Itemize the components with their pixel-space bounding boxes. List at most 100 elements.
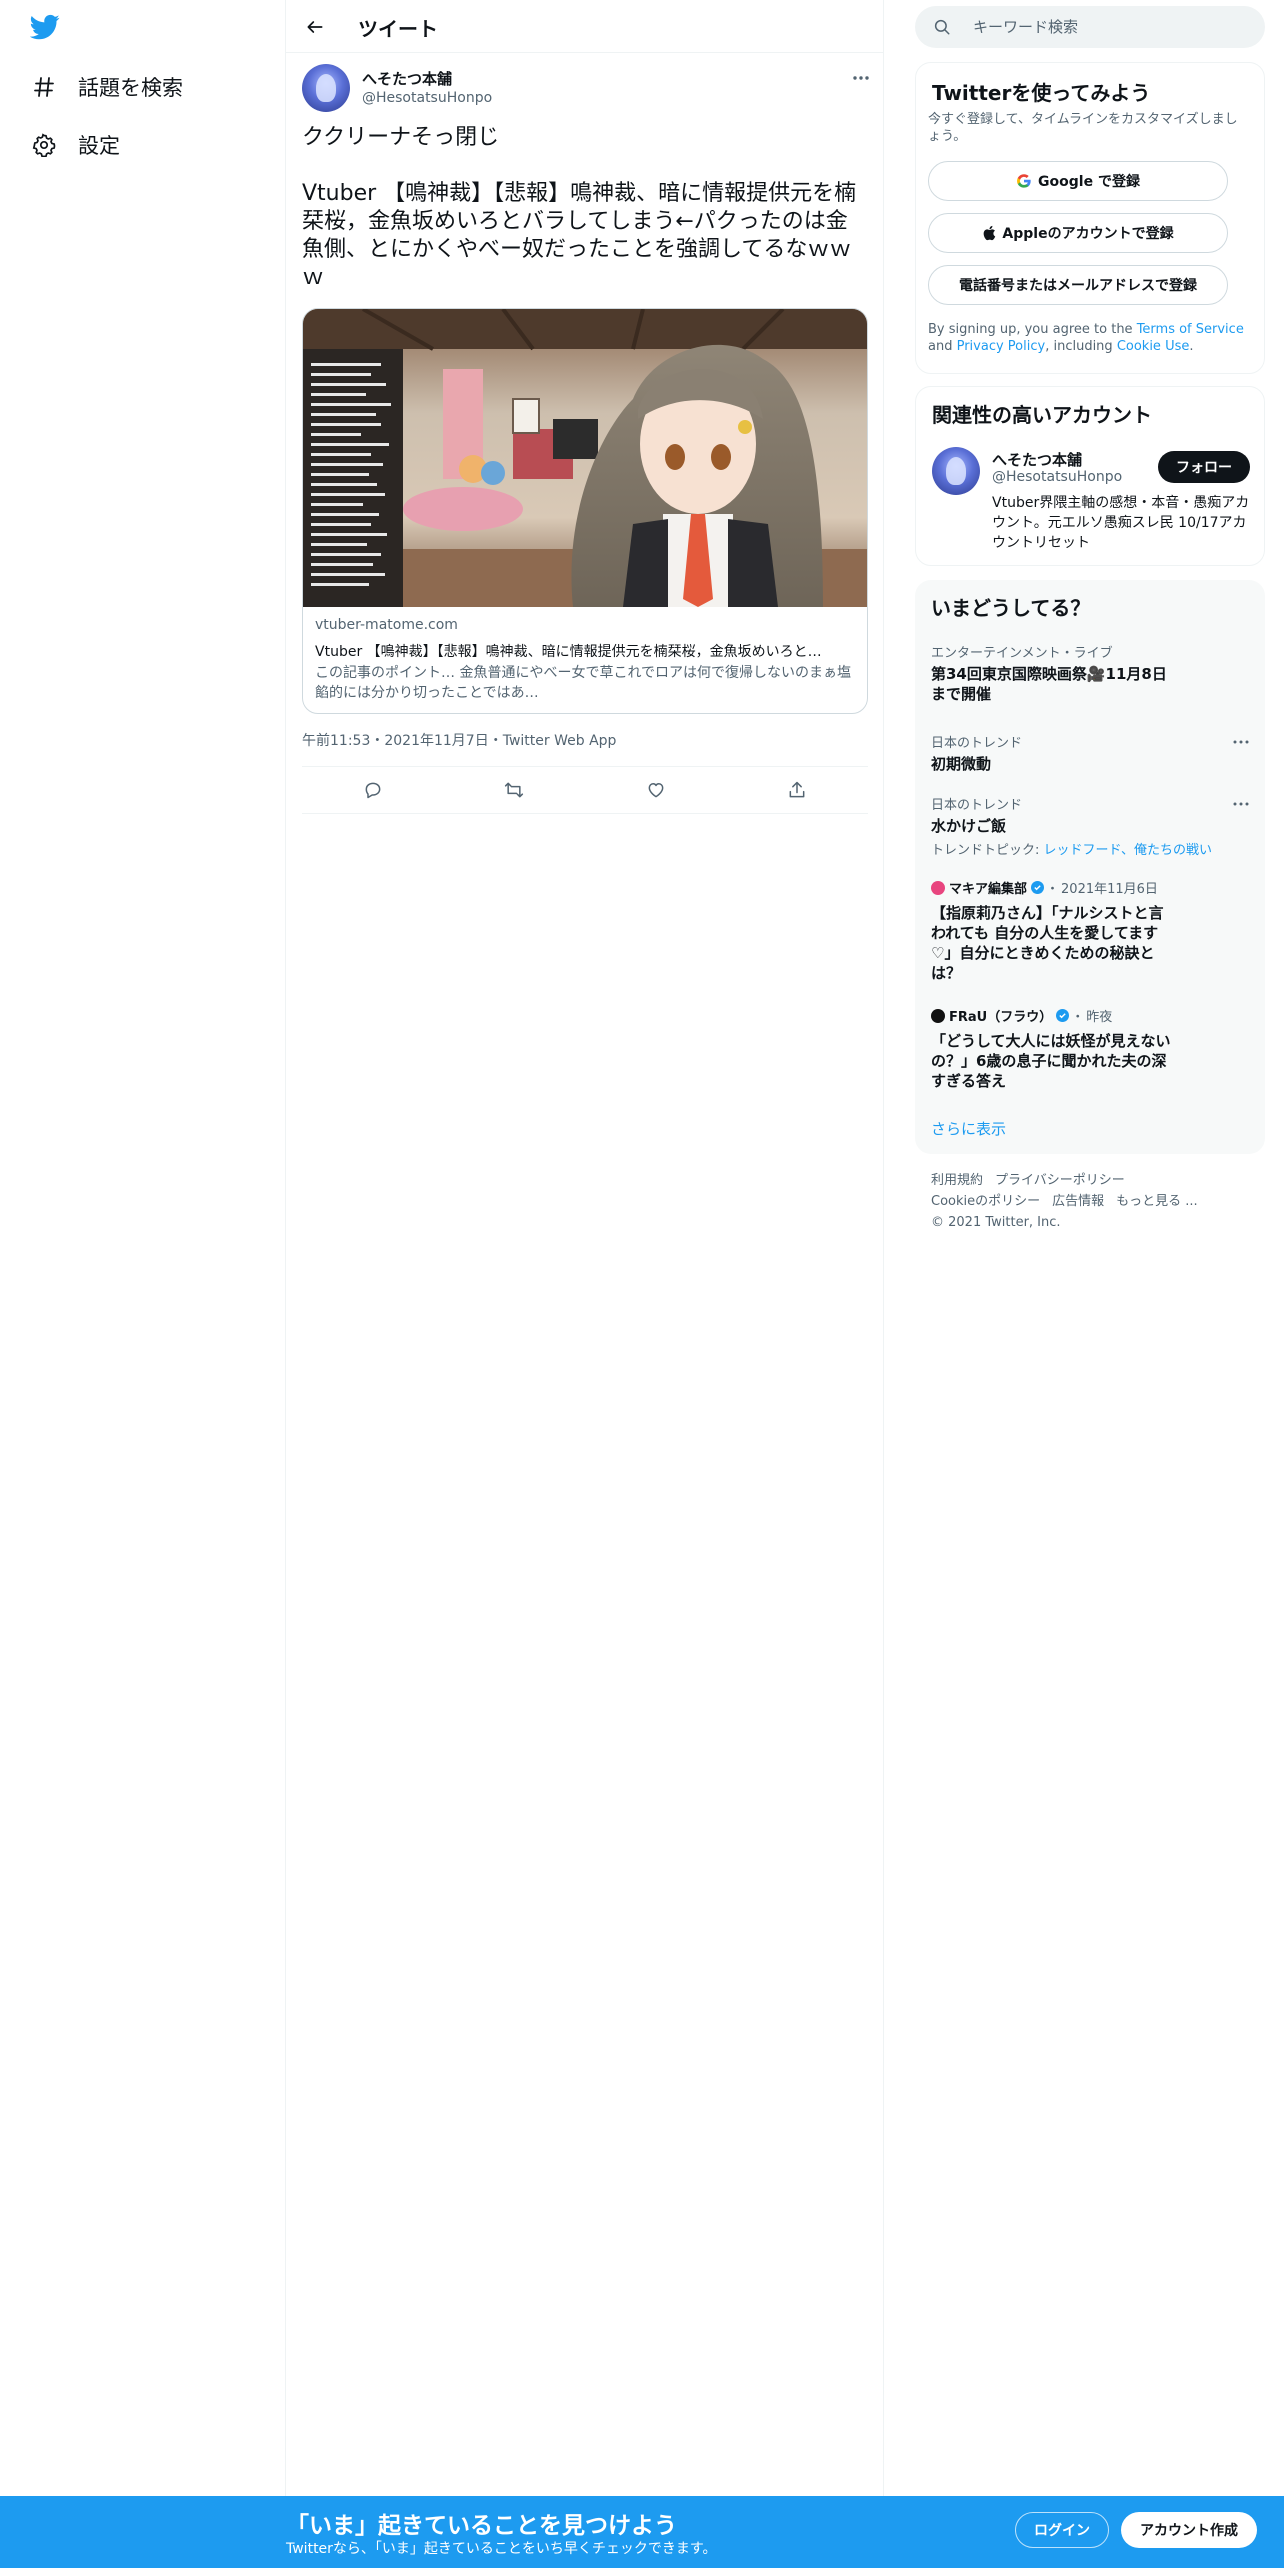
author-handle[interactable]: @HesotatsuHonpo <box>362 90 492 106</box>
trend-name: 水かけご飯 <box>931 817 1007 835</box>
trend-item[interactable]: 日本のトレンド 水かけご飯 トレンドトピック: レッドフード、俺たちの戦い <box>931 794 1251 858</box>
page-title: ツイート <box>358 17 438 41</box>
meta-separator: ・ <box>370 733 385 749</box>
card-description: この記事のポイント… 金魚普通にやべー女で草これでロアは何で復帰しないのまぁ塩餡… <box>315 665 852 701</box>
tweet-source[interactable]: Twitter Web App <box>503 733 617 749</box>
more-horizontal-icon <box>1233 740 1249 744</box>
nav-item-label: 設定 <box>78 134 120 158</box>
terms-text: By signing up, you agree to the <box>928 322 1137 337</box>
retweet-button[interactable] <box>496 772 532 808</box>
footer-terms-link[interactable]: 利用規約 <box>931 1173 983 1188</box>
news-item[interactable]: マキア編集部 ・ 2021年11月6日 【指原莉乃さん】「ナルシストと言われても… <box>931 878 1171 983</box>
news-source: FRaU（フラウ） ・ 昨夜 <box>931 1006 1171 1025</box>
trend-topic-label: トレンドトピック: <box>931 843 1044 858</box>
share-icon <box>789 781 805 798</box>
trend-item[interactable]: 日本のトレンド 初期微動 <box>931 732 1251 774</box>
footer-copyright: © 2021 Twitter, Inc. <box>931 1215 1061 1230</box>
avatar[interactable] <box>302 64 350 112</box>
main-header: ツイート <box>286 0 884 53</box>
verified-badge-icon <box>1031 881 1045 894</box>
trend-name: 第34回東京国際映画祭🎥11月8日まで開催 <box>931 665 1167 703</box>
bottom-bar-title: 「いま」起きていることを見つけよう <box>286 2513 677 2539</box>
google-signup-button[interactable]: Google で登録 <box>928 161 1228 201</box>
trend-category: 日本のトレンド <box>931 736 1023 751</box>
terms-text: , including <box>1045 339 1117 354</box>
trend-topic-links[interactable]: レッドフード、俺たちの戦い <box>1044 843 1212 858</box>
footer-privacy-link[interactable]: プライバシーポリシー <box>995 1173 1125 1188</box>
privacy-policy-link[interactable]: Privacy Policy <box>957 339 1046 354</box>
tweet-text: ククリーナそっ閉じ Vtuber 【鳴神裁】【悲報】鳴神裁、暗に情報提供元を楠栞… <box>302 125 857 290</box>
trend-topic: トレンドトピック: レッドフード、俺たちの戦い <box>931 839 1251 858</box>
card-domain: vtuber-matome.com <box>315 617 458 633</box>
news-item[interactable]: FRaU（フラウ） ・ 昨夜 「どうして大人には妖怪が見えないの？」6歳の息子に… <box>931 1006 1171 1091</box>
twitter-logo-icon[interactable] <box>29 12 66 48</box>
tweet-meta: 午前11:53・2021年11月7日・Twitter Web App <box>302 730 616 750</box>
trends-panel: いまどうしてる？ エンターテインメント・ライブ 第34回東京国際映画祭🎥11月8… <box>915 580 1265 1154</box>
apple-signup-button[interactable]: Appleのアカウントで登録 <box>928 213 1228 253</box>
link-card[interactable]: vtuber-matome.com Vtuber 【鳴神裁】【悲報】鳴神裁、暗に… <box>302 308 868 714</box>
footer-more-link[interactable]: もっと見る ... <box>1116 1194 1198 1209</box>
signup-subtitle: 今すぐ登録して、タイムラインをカスタマイズしましょう。 <box>928 112 1238 144</box>
apple-signup-label: Appleのアカウントで登録 <box>1002 226 1174 242</box>
show-more-link[interactable]: さらに表示 <box>931 1118 1006 1139</box>
related-account-handle[interactable]: @HesotatsuHonpo <box>992 469 1122 485</box>
reply-button[interactable] <box>355 772 391 808</box>
search-input[interactable] <box>971 6 1251 48</box>
source-logo-icon <box>931 880 945 895</box>
footer-links: 利用規約 プライバシーポリシー Cookieのポリシー 広告情報 もっと見る ... … <box>931 1170 1261 1233</box>
signup-title: Twitterを使ってみよう <box>932 81 1151 105</box>
login-button[interactable]: ログイン <box>1015 2512 1109 2548</box>
arrow-left-icon <box>307 21 323 33</box>
trend-item[interactable]: エンターテインメント・ライブ 第34回東京国際映画祭🎥11月8日まで開催 <box>931 642 1251 704</box>
avatar[interactable] <box>932 447 980 495</box>
verified-badge-icon <box>1056 1009 1070 1022</box>
signup-terms: By signing up, you agree to the Terms of… <box>928 321 1254 355</box>
news-date: 昨夜 <box>1086 1010 1113 1025</box>
create-account-button[interactable]: アカウント作成 <box>1121 2512 1257 2548</box>
hashtag-icon <box>30 73 58 101</box>
tweet-actions <box>302 766 868 814</box>
tweet-date[interactable]: 2021年11月7日 <box>384 733 488 749</box>
trend-category: エンターテインメント・ライブ <box>931 646 1113 661</box>
terms-text: and <box>928 339 957 354</box>
follow-button[interactable]: フォロー <box>1158 451 1250 483</box>
like-button[interactable] <box>638 772 674 808</box>
more-options-button[interactable] <box>846 66 876 90</box>
related-account-bio: Vtuber界隈主軸の感想・本音・愚痴アカウント。元エルソ愚痴スレ民 10/17… <box>992 495 1250 551</box>
trend-more-button[interactable] <box>1229 794 1253 814</box>
apple-icon <box>982 225 996 241</box>
email-signup-button[interactable]: 電話番号またはメールアドレスで登録 <box>928 265 1228 305</box>
bottom-signup-bar: 「いま」起きていることを見つけよう Twitterなら、「いま」起きていることを… <box>0 2496 1284 2568</box>
heart-icon <box>648 783 664 798</box>
terms-text: . <box>1189 339 1194 354</box>
footer-cookie-link[interactable]: Cookieのポリシー <box>931 1194 1040 1209</box>
trend-category: 日本のトレンド <box>931 798 1023 813</box>
trend-more-button[interactable] <box>1229 732 1253 752</box>
meta-separator: ・ <box>488 733 503 749</box>
trend-name: 初期微動 <box>931 755 992 773</box>
news-source: マキア編集部 ・ 2021年11月6日 <box>931 878 1171 897</box>
related-title: 関連性の高いアカウント <box>932 403 1152 427</box>
search-bar[interactable] <box>915 6 1265 48</box>
author-name[interactable]: へそたつ本舗 <box>362 68 452 89</box>
signup-panel: Twitterを使ってみよう 今すぐ登録して、タイムラインをカスタマイズしましょ… <box>915 62 1265 374</box>
related-accounts-panel: 関連性の高いアカウント へそたつ本舗 @HesotatsuHonpo フォロー … <box>915 386 1265 566</box>
tweet-time[interactable]: 午前11:53 <box>302 733 370 749</box>
back-button[interactable] <box>298 10 332 44</box>
reply-icon <box>365 782 381 799</box>
nav-item-settings[interactable]: 設定 <box>30 125 120 165</box>
footer-ads-link[interactable]: 広告情報 <box>1052 1194 1104 1209</box>
nav-item-explore[interactable]: 話題を検索 <box>30 67 183 107</box>
google-icon <box>1016 173 1032 189</box>
share-button[interactable] <box>779 772 815 808</box>
card-image <box>303 309 867 607</box>
left-navigation: 話題を検索 設定 <box>0 0 286 2568</box>
source-logo-icon <box>931 1008 945 1023</box>
terms-of-service-link[interactable]: Terms of Service <box>1137 322 1244 337</box>
more-horizontal-icon <box>853 76 869 80</box>
cookie-use-link[interactable]: Cookie Use <box>1117 339 1190 354</box>
news-headline: 【指原莉乃さん】「ナルシストと言われても 自分の人生を愛してます♡」自分にときめ… <box>931 904 1164 982</box>
related-account-name[interactable]: へそたつ本舗 <box>992 449 1082 470</box>
google-signup-label: Google で登録 <box>1038 174 1140 190</box>
more-horizontal-icon <box>1233 802 1249 806</box>
